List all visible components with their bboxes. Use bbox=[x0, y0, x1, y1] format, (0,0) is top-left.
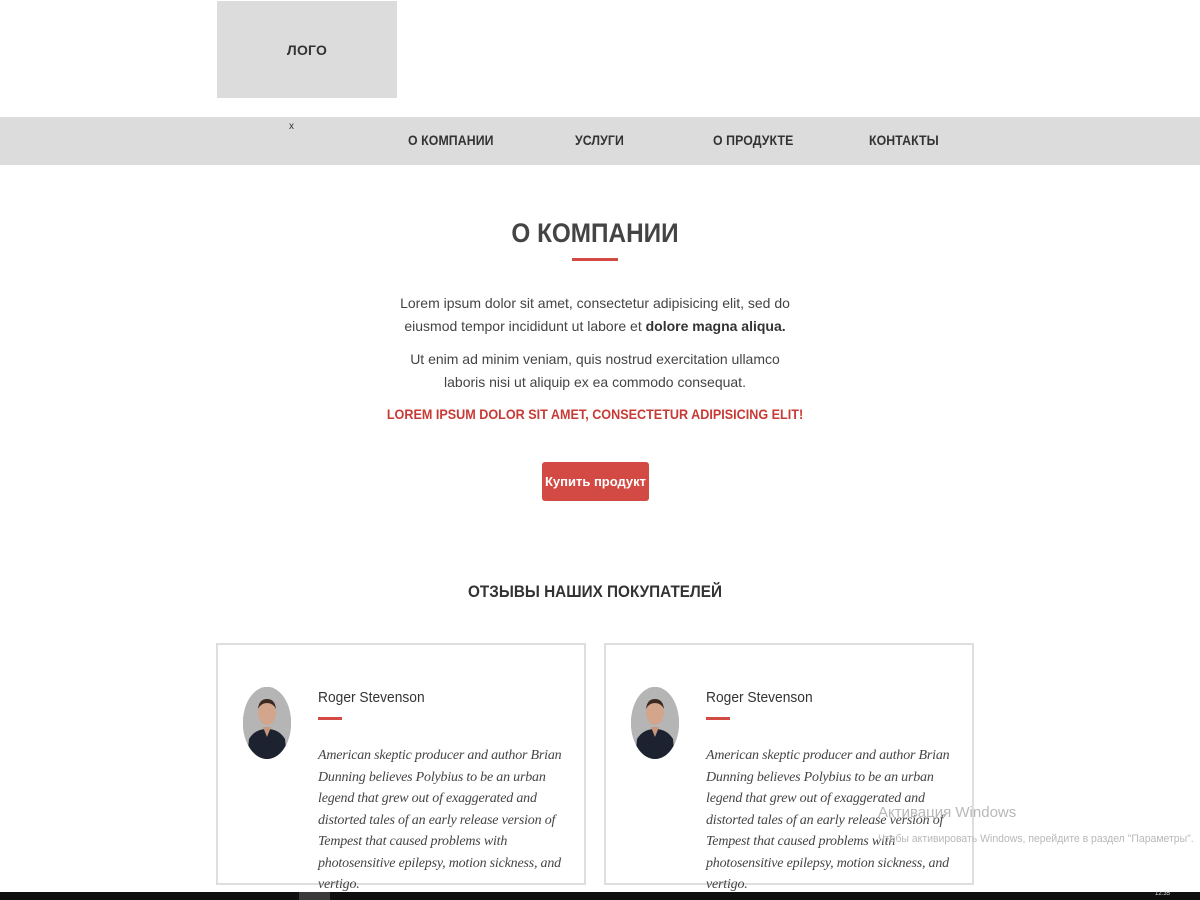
name-underline bbox=[318, 717, 342, 720]
about-title: О КОМПАНИИ bbox=[511, 218, 679, 248]
person-photo-icon bbox=[243, 687, 291, 759]
close-icon[interactable]: x bbox=[289, 121, 294, 132]
reviews-title: ОТЗЫВЫ НАШИХ ПОКУПАТЕЛЕЙ bbox=[468, 582, 722, 601]
review-text: American skeptic producer and author Bri… bbox=[318, 748, 562, 892]
taskbar-clock[interactable]: 12:35 bbox=[1155, 891, 1170, 897]
nav-item-services[interactable]: УСЛУГИ bbox=[575, 132, 624, 148]
person-photo-icon bbox=[631, 687, 679, 759]
about-highlight: LOREM IPSUM DOLOR SIT AMET, CONSECTETUR … bbox=[386, 406, 804, 422]
buy-product-button[interactable]: Купить продукт bbox=[542, 462, 649, 501]
about-paragraph-1: Lorem ipsum dolor sit amet, consectetur … bbox=[395, 292, 795, 338]
taskbar-app-button[interactable] bbox=[299, 892, 330, 900]
taskbar: 12:35 bbox=[0, 891, 1200, 900]
nav-item-about[interactable]: О КОМПАНИИ bbox=[408, 132, 494, 148]
review-card: Roger Stevenson American skeptic produce… bbox=[604, 643, 974, 892]
logo[interactable]: ЛОГО bbox=[217, 1, 397, 98]
review-text: American skeptic producer and author Bri… bbox=[706, 748, 950, 892]
nav-item-contacts[interactable]: КОНТАКТЫ bbox=[869, 132, 939, 148]
avatar bbox=[631, 687, 679, 759]
title-underline bbox=[572, 258, 618, 261]
reviewer-name: Roger Stevenson bbox=[706, 689, 813, 706]
reviewer-name: Roger Stevenson bbox=[318, 689, 425, 706]
about-paragraph-2: Ut enim ad minim veniam, quis nostrud ex… bbox=[410, 351, 780, 390]
about-paragraph-1-bold: dolore magna aliqua. bbox=[645, 318, 786, 334]
nav-item-product[interactable]: О ПРОДУКТЕ bbox=[713, 132, 793, 148]
name-underline bbox=[706, 717, 730, 720]
review-card: Roger Stevenson American skeptic produce… bbox=[216, 643, 586, 892]
main-nav: x О КОМПАНИИ УСЛУГИ О ПРОДУКТЕ КОНТАКТЫ bbox=[0, 117, 1200, 165]
avatar bbox=[243, 687, 291, 759]
